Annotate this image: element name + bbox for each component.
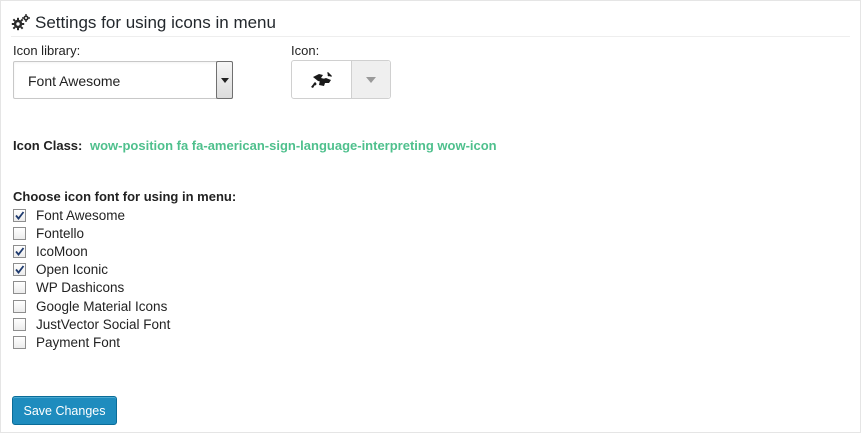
icon-picker[interactable] — [291, 60, 391, 99]
caret-down-icon[interactable] — [352, 61, 390, 98]
checkmark-icon — [15, 247, 25, 256]
checkmark-icon — [15, 265, 25, 275]
font-option-label: Google Material Icons — [36, 298, 168, 314]
font-option-payment-font[interactable]: Payment Font — [13, 333, 170, 351]
checkbox[interactable] — [13, 299, 26, 313]
font-option-label: Payment Font — [36, 334, 121, 350]
section-header: Settings for using icons in menu — [11, 10, 850, 37]
checkbox[interactable] — [13, 335, 26, 349]
section-title: Settings for using icons in menu — [35, 13, 276, 32]
font-option-label: Fontello — [36, 225, 85, 241]
checkbox[interactable] — [13, 208, 26, 222]
font-option-justvector-social-font[interactable]: JustVector Social Font — [13, 315, 170, 333]
font-option-google-material-icons[interactable]: Google Material Icons — [13, 297, 170, 315]
checkbox[interactable] — [13, 263, 26, 277]
font-option-label: JustVector Social Font — [36, 316, 171, 332]
checkbox[interactable] — [13, 317, 26, 331]
font-option-fontello[interactable]: Fontello — [13, 224, 170, 242]
font-option-open-iconic[interactable]: Open Iconic — [13, 261, 170, 279]
checkbox[interactable] — [13, 226, 26, 240]
icon-library-value: Font Awesome — [28, 73, 121, 89]
save-changes-button[interactable]: Save Changes — [12, 396, 117, 425]
settings-panel: Settings for using icons in menu Icon li… — [0, 0, 861, 433]
checkbox[interactable] — [13, 281, 26, 295]
triangle-down-icon[interactable] — [216, 61, 233, 99]
checkmark-icon — [15, 211, 25, 220]
icon-fonts-title: Choose icon font for using in menu: — [13, 189, 237, 204]
icon-font-list: Font Awesome Fontello IcoMoon Open Iconi… — [13, 206, 170, 352]
icon-class-label: Icon Class: — [13, 138, 83, 153]
font-option-label: IcoMoon — [36, 243, 88, 259]
font-option-font-awesome[interactable]: Font Awesome — [13, 206, 170, 224]
icon-class-row: Icon Class: wow-position fa fa-american-… — [13, 138, 497, 153]
font-option-wp-dashicons[interactable]: WP Dashicons — [13, 279, 170, 297]
icon-class-value: wow-position fa fa-american-sign-languag… — [89, 138, 497, 153]
icon-library-select[interactable]: Font Awesome — [13, 61, 233, 99]
font-option-label: Open Iconic — [36, 262, 109, 278]
font-option-label: WP Dashicons — [36, 280, 125, 296]
icon-label: Icon: — [291, 43, 320, 58]
gears-icon — [11, 13, 31, 33]
font-option-label: Font Awesome — [36, 207, 126, 223]
american-sign-language-interpreting-icon[interactable] — [292, 61, 352, 98]
checkbox[interactable] — [13, 244, 26, 258]
font-option-icomoon[interactable]: IcoMoon — [13, 242, 170, 260]
icon-library-label: Icon library: — [13, 43, 81, 58]
